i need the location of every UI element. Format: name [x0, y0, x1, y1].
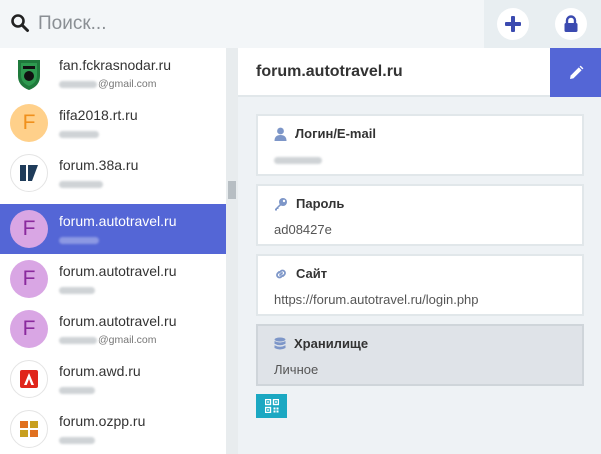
storage-label-text: Хранилище: [294, 336, 369, 351]
top-bar: [0, 0, 601, 48]
list-item-selected[interactable]: F forum.autotravel.ru: [0, 204, 226, 254]
password-card: Пароль ad08427e: [256, 184, 584, 246]
link-icon: [276, 269, 286, 278]
list-item-subtitle: [59, 178, 104, 190]
password-value[interactable]: ad08427e: [274, 222, 332, 237]
site-label-text: Сайт: [296, 266, 328, 281]
list-item-subtitle: [59, 234, 100, 246]
search-input[interactable]: [38, 8, 478, 40]
detail-title: forum.autotravel.ru: [256, 63, 403, 80]
detail-header: forum.autotravel.ru: [238, 48, 601, 97]
list-item-title: forum.autotravel.ru: [59, 263, 177, 279]
list-item-title: forum.awd.ru: [59, 363, 141, 379]
site-label: Сайт: [274, 266, 327, 281]
list-item-title: forum.ozpp.ru: [59, 413, 146, 429]
list-item[interactable]: F fifa2018.rt.ru: [0, 98, 226, 148]
list-item-title: forum.autotravel.ru: [59, 213, 177, 229]
list-item-title: fan.fckrasnodar.ru: [59, 57, 172, 73]
list-item-title: forum.38a.ru: [59, 157, 139, 173]
password-label-text: Пароль: [296, 196, 345, 211]
search-bar: [0, 0, 484, 48]
list-item-subtitle: [59, 128, 100, 140]
list-item-title: fifa2018.rt.ru: [59, 107, 138, 123]
list-item[interactable]: forum.38a.ru: [0, 148, 226, 198]
site-value[interactable]: https://forum.autotravel.ru/login.php: [274, 292, 479, 307]
list-scrollbar[interactable]: [226, 48, 238, 454]
list-item[interactable]: forum.ozpp.ru: [0, 404, 226, 454]
entry-list: fan.fckrasnodar.ru @gmail.com F fifa2018…: [0, 48, 226, 454]
add-button[interactable]: [497, 8, 529, 40]
user-icon: [274, 127, 287, 141]
letter-avatar: F: [10, 104, 48, 142]
awd-logo-icon: [10, 360, 48, 398]
letter-avatar: F: [10, 210, 48, 248]
login-value[interactable]: [274, 152, 323, 167]
pencil-icon: [569, 65, 583, 79]
storage-value: Личное: [274, 362, 319, 377]
plus-icon: [505, 16, 521, 32]
site-card: Сайт https://forum.autotravel.ru/login.p…: [256, 254, 584, 316]
search-icon: [11, 14, 29, 32]
qr-code-icon: [264, 399, 279, 413]
database-icon: [274, 337, 286, 349]
qr-code-button[interactable]: [256, 394, 287, 418]
password-label: Пароль: [274, 196, 344, 211]
list-item-subtitle: [59, 434, 96, 446]
list-item[interactable]: fan.fckrasnodar.ru @gmail.com: [0, 48, 226, 98]
login-card: Логин/E-mail: [256, 114, 584, 176]
detail-pane: forum.autotravel.ru Логин/E-mail Пароль: [238, 48, 601, 454]
list-item-subtitle: @gmail.com: [59, 78, 157, 90]
list-item-title: forum.autotravel.ru: [59, 313, 177, 329]
login-label: Логин/E-mail: [274, 126, 376, 141]
list-item[interactable]: forum.awd.ru: [0, 354, 226, 404]
scrollbar-thumb[interactable]: [228, 181, 236, 199]
38a-logo-icon: [10, 154, 48, 192]
edit-button[interactable]: [550, 48, 601, 97]
list-item[interactable]: F forum.autotravel.ru @gmail.com: [0, 304, 226, 354]
list-item-subtitle: [59, 284, 96, 296]
letter-avatar: F: [10, 260, 48, 298]
letter-avatar: F: [10, 310, 48, 348]
login-label-text: Логин/E-mail: [295, 126, 376, 141]
lock-button[interactable]: [555, 8, 587, 40]
list-item-subtitle: @gmail.com: [59, 334, 157, 346]
list-item-subtitle: [59, 384, 96, 396]
storage-card: Хранилище Личное: [256, 324, 584, 386]
list-item[interactable]: F forum.autotravel.ru: [0, 254, 226, 304]
storage-label: Хранилище: [274, 336, 368, 351]
fc-krasnodar-logo-icon: [10, 54, 48, 92]
key-icon: [275, 197, 287, 210]
lock-icon: [564, 15, 578, 32]
ozpp-logo-icon: [10, 410, 48, 448]
